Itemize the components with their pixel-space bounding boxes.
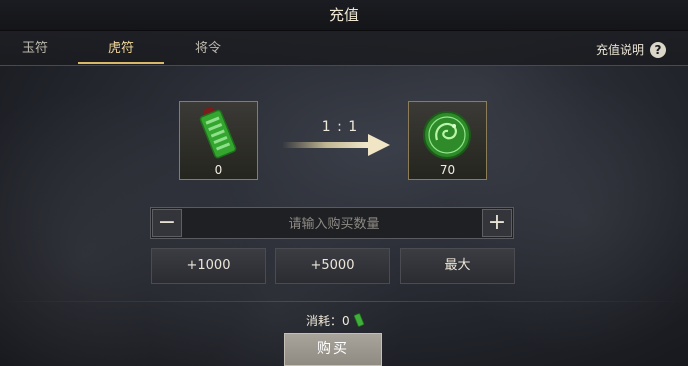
- jade-token-icon: [199, 106, 237, 159]
- cost-display: 消耗：0: [306, 312, 365, 330]
- cost-label: 消耗：: [306, 314, 343, 328]
- max-button[interactable]: 最大: [400, 248, 515, 284]
- window-title: 充值: [0, 0, 688, 31]
- recharge-help-link[interactable]: 充值说明: [596, 31, 644, 69]
- quantity-input[interactable]: [183, 209, 485, 239]
- add-1000-button[interactable]: +1000: [151, 248, 266, 284]
- buy-button[interactable]: 购买: [284, 333, 382, 366]
- decrease-button[interactable]: −: [152, 209, 182, 237]
- source-item-slot: 0: [179, 101, 258, 180]
- target-item-count: 70: [439, 163, 456, 177]
- add-5000-button[interactable]: +5000: [275, 248, 390, 284]
- target-item-slot: 70: [408, 101, 487, 180]
- cost-value: 0: [342, 314, 350, 328]
- tiger-seal-icon: [423, 111, 471, 159]
- increase-button[interactable]: +: [482, 209, 512, 237]
- quantity-stepper: − +: [150, 207, 514, 239]
- source-item-count: 0: [214, 163, 223, 177]
- arrow-right-icon: [282, 132, 392, 158]
- tab-hufu[interactable]: 虎符: [78, 31, 164, 64]
- divider: [0, 301, 688, 302]
- question-icon[interactable]: ?: [650, 42, 666, 58]
- tab-bar: 玉符 虎符 将令 充值说明 ?: [0, 31, 688, 66]
- jade-token-icon: [354, 313, 365, 327]
- tab-yufu[interactable]: 玉符: [0, 31, 70, 64]
- tab-jiangling[interactable]: 将令: [172, 31, 244, 64]
